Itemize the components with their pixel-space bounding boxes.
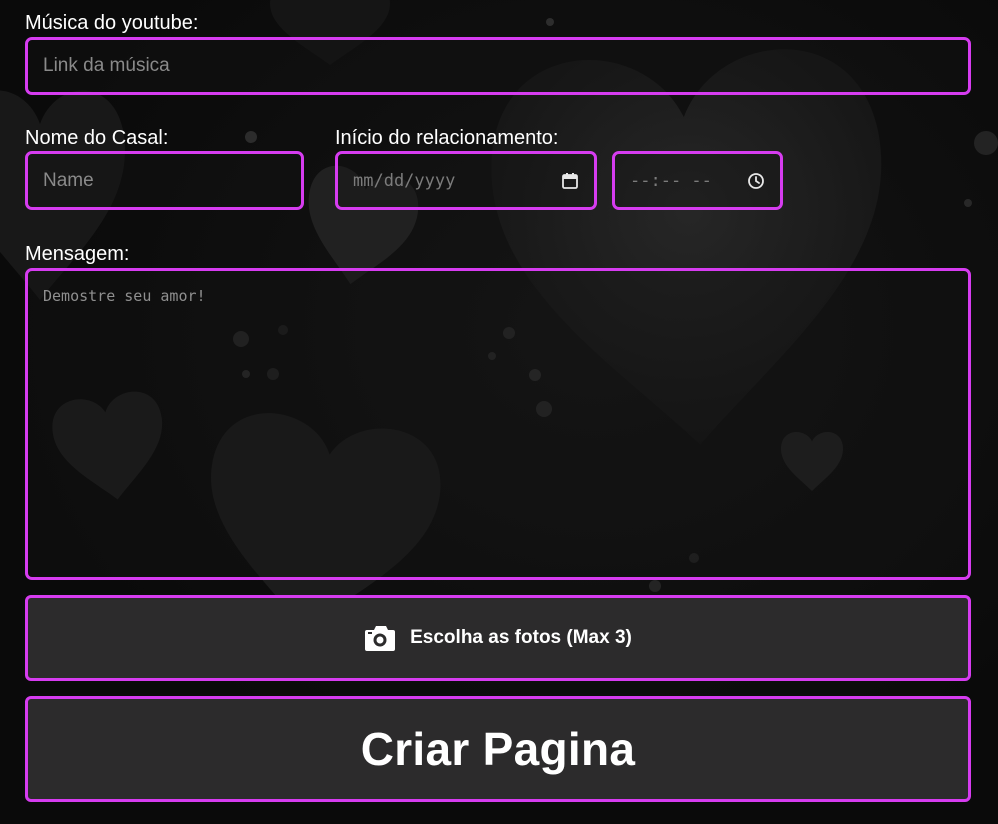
clock-icon[interactable]	[746, 171, 766, 191]
message-field	[25, 268, 971, 580]
music-field	[25, 37, 971, 95]
music-link-input[interactable]	[28, 40, 968, 92]
couple-name-label: Nome do Casal:	[25, 127, 169, 149]
message-textarea[interactable]	[28, 271, 968, 577]
date-placeholder: mm/dd/yyyy	[353, 170, 456, 191]
couple-name-field	[25, 151, 304, 210]
choose-photos-label: Escolha as fotos (Max 3)	[410, 627, 632, 648]
relationship-start-label: Início do relacionamento:	[335, 127, 559, 149]
time-placeholder: --:-- --	[630, 170, 712, 191]
message-label: Mensagem:	[25, 243, 130, 265]
create-page-button[interactable]: Criar Pagina	[25, 696, 971, 802]
relationship-date-input[interactable]: mm/dd/yyyy	[335, 151, 597, 210]
love-page-form: Música do youtube: Nome do Casal: Início…	[0, 0, 998, 824]
date-input-display: mm/dd/yyyy	[338, 154, 594, 207]
create-page-label: Criar Pagina	[360, 723, 636, 775]
calendar-icon[interactable]	[560, 171, 580, 191]
camera-icon	[364, 623, 396, 653]
time-input-display: --:-- --	[615, 154, 780, 207]
page: Música do youtube: Nome do Casal: Início…	[0, 0, 998, 824]
couple-name-input[interactable]	[28, 154, 301, 207]
music-label: Música do youtube:	[25, 12, 199, 34]
choose-photos-button[interactable]: Escolha as fotos (Max 3)	[25, 595, 971, 681]
relationship-time-input[interactable]: --:-- --	[612, 151, 783, 210]
